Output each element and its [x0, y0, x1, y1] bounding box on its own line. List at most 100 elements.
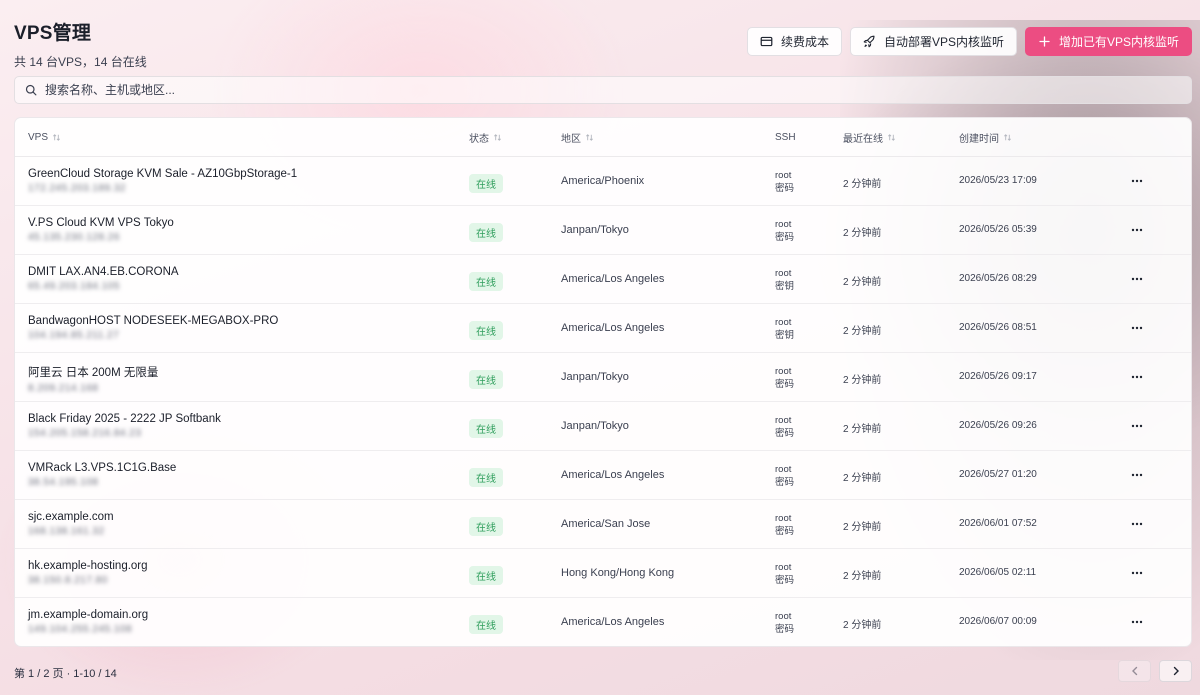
column-header-last-seen[interactable]: 最近在线 [843, 130, 896, 145]
created-cell: 2026/05/26 08:29 [959, 273, 1037, 284]
table-row[interactable]: sjc.example.com 168.138.161.32 在线 America/S… [15, 500, 1191, 549]
vps-cell: V.PS Cloud KVM VPS Tokyo 45.135.230.128.2… [28, 217, 174, 243]
more-horizontal-icon [1131, 228, 1143, 232]
created-cell: 2026/05/26 09:26 [959, 420, 1037, 431]
row-actions-button[interactable] [1129, 173, 1145, 189]
vps-ip: 168.138.161.32 [28, 526, 105, 537]
vps-ip: 38.54.195.108 [28, 477, 99, 488]
ssh-user: root [775, 268, 792, 279]
vps-name[interactable]: sjc.example.com [28, 511, 114, 523]
column-header-vps[interactable]: VPS [28, 132, 61, 143]
table-row[interactable]: VMRack L3.VPS.1C1G.Base 38.54.195.108 在线 Am… [15, 451, 1191, 500]
column-header-label: 最近在线 [843, 133, 883, 145]
table-row[interactable]: 阿里云 日本 200M 无限量 8.209.214.168 在线 Janpan/Tok… [15, 353, 1191, 402]
ssh-cell: root 密码 [775, 512, 794, 538]
row-actions-button[interactable] [1129, 565, 1145, 581]
row-actions-button[interactable] [1129, 467, 1145, 483]
ssh-user: root [775, 562, 792, 573]
table-row[interactable]: GreenCloud Storage KVM Sale - AZ10GbpSto… [15, 157, 1191, 206]
created-cell: 2026/05/26 08:51 [959, 322, 1037, 333]
vps-name[interactable]: hk.example-hosting.org [28, 560, 148, 572]
vps-name[interactable]: DMIT LAX.AN4.EB.CORONA [28, 266, 179, 278]
column-header-created[interactable]: 创建时间 [959, 130, 1012, 145]
status-cell: 在线 [469, 517, 503, 536]
vps-table: VPS 状态 地区 SSH 最近在线 创建时间 GreenCloud Stora… [14, 117, 1192, 647]
region-cell: Janpan/Tokyo [561, 420, 629, 432]
table-row[interactable]: Black Friday 2025 - 2222 JP Softbank 154.… [15, 402, 1191, 451]
last-seen-cell: 2 分钟前 [843, 571, 882, 582]
status-cell: 在线 [469, 615, 503, 634]
ssh-auth: 密码 [775, 232, 795, 243]
vps-name[interactable]: Black Friday 2025 - 2222 JP Softbank [28, 413, 221, 425]
status-badge: 在线 [469, 468, 503, 487]
region-cell: Hong Kong/Hong Kong [561, 567, 675, 579]
column-header-status[interactable]: 状态 [469, 130, 502, 145]
more-horizontal-icon [1131, 375, 1143, 379]
table-row[interactable]: jm.example-domain.org 149.104.255.245.108… [15, 598, 1191, 646]
ssh-cell: root 密码 [775, 218, 794, 244]
vps-ip: 45.135.230.128.26 [28, 232, 120, 243]
page-subtitle: 共 14 台VPS，14 台在线 [14, 55, 147, 69]
last-seen-cell: 2 分钟前 [843, 375, 882, 386]
next-page-button[interactable] [1159, 660, 1192, 682]
ssh-auth: 密码 [775, 624, 795, 635]
vps-name[interactable]: GreenCloud Storage KVM Sale - AZ10GbpSto… [28, 168, 297, 180]
row-actions-button[interactable] [1129, 271, 1145, 287]
region-cell: America/Los Angeles [561, 322, 665, 334]
plus-icon [1039, 36, 1050, 47]
row-actions-button[interactable] [1129, 369, 1145, 385]
ssh-auth: 密钥 [775, 330, 795, 341]
vps-cell: GreenCloud Storage KVM Sale - AZ10GbpSto… [28, 168, 297, 194]
vps-name[interactable]: VMRack L3.VPS.1C1G.Base [28, 462, 176, 474]
last-seen-cell: 2 分钟前 [843, 228, 882, 239]
vps-name[interactable]: BandwagonHOST NODESEEK-MEGABOX-PRO [28, 315, 278, 327]
ssh-auth: 密码 [775, 526, 795, 537]
ssh-auth: 密钥 [775, 281, 795, 292]
vps-ip: 38.150.8.217.80 [28, 575, 108, 586]
status-badge: 在线 [469, 615, 503, 634]
row-actions-button[interactable] [1129, 614, 1145, 630]
column-header-region[interactable]: 地区 [561, 130, 594, 145]
table-row[interactable]: V.PS Cloud KVM VPS Tokyo 45.135.230.128.2… [15, 206, 1191, 255]
created-cell: 2026/06/07 00:09 [959, 616, 1037, 627]
vps-cell: DMIT LAX.AN4.EB.CORONA 65.49.203.184.105 [28, 266, 179, 292]
vps-name[interactable]: V.PS Cloud KVM VPS Tokyo [28, 217, 174, 229]
status-badge: 在线 [469, 370, 503, 389]
vps-name[interactable]: jm.example-domain.org [28, 609, 148, 621]
row-actions-button[interactable] [1129, 320, 1145, 336]
created-cell: 2026/05/26 09:17 [959, 371, 1037, 382]
renew-cost-button[interactable]: 续费成本 [746, 27, 842, 56]
row-actions-button[interactable] [1129, 222, 1145, 238]
ssh-cell: root 密码 [775, 365, 794, 391]
page-title: VPS管理 [14, 23, 92, 44]
pagination-info: 第 1 / 2 页 · 1-10 / 14 [14, 668, 117, 680]
table-row[interactable]: hk.example-hosting.org 38.150.8.217.80 在线 H… [15, 549, 1191, 598]
vps-name[interactable]: 阿里云 日本 200M 无限量 [28, 364, 158, 380]
ssh-auth: 密码 [775, 428, 795, 439]
row-actions-button[interactable] [1129, 418, 1145, 434]
sort-arrows-icon [1004, 133, 1011, 141]
region-cell: America/Los Angeles [561, 469, 665, 481]
region-cell: America/Phoenix [561, 175, 645, 187]
renew-cost-label: 续费成本 [780, 35, 829, 49]
column-header-label: 状态 [469, 133, 489, 145]
previous-page-button[interactable] [1118, 660, 1151, 682]
ssh-user: root [775, 317, 792, 328]
vps-cell: 阿里云 日本 200M 无限量 8.209.214.168 [28, 364, 158, 394]
column-header-label: VPS [28, 131, 49, 143]
ssh-cell: root 密码 [775, 610, 794, 636]
auto-deploy-button[interactable]: 自动部署VPS内核监听 [849, 27, 1017, 56]
ssh-auth: 密码 [775, 379, 795, 390]
chevron-left-icon [1131, 666, 1137, 676]
row-actions-button[interactable] [1129, 516, 1145, 532]
search-input[interactable] [45, 83, 1145, 97]
table-row[interactable]: BandwagonHOST NODESEEK-MEGABOX-PRO 104.19… [15, 304, 1191, 353]
status-badge: 在线 [469, 174, 503, 193]
more-horizontal-icon [1131, 424, 1143, 428]
more-horizontal-icon [1131, 179, 1143, 183]
region-cell: America/Los Angeles [561, 273, 665, 285]
table-row[interactable]: DMIT LAX.AN4.EB.CORONA 65.49.203.184.105 在… [15, 255, 1191, 304]
add-existing-button[interactable]: 增加已有VPS内核监听 [1024, 27, 1192, 56]
vps-cell: Black Friday 2025 - 2222 JP Softbank 154.… [28, 413, 221, 439]
created-cell: 2026/05/27 01:20 [959, 469, 1037, 480]
